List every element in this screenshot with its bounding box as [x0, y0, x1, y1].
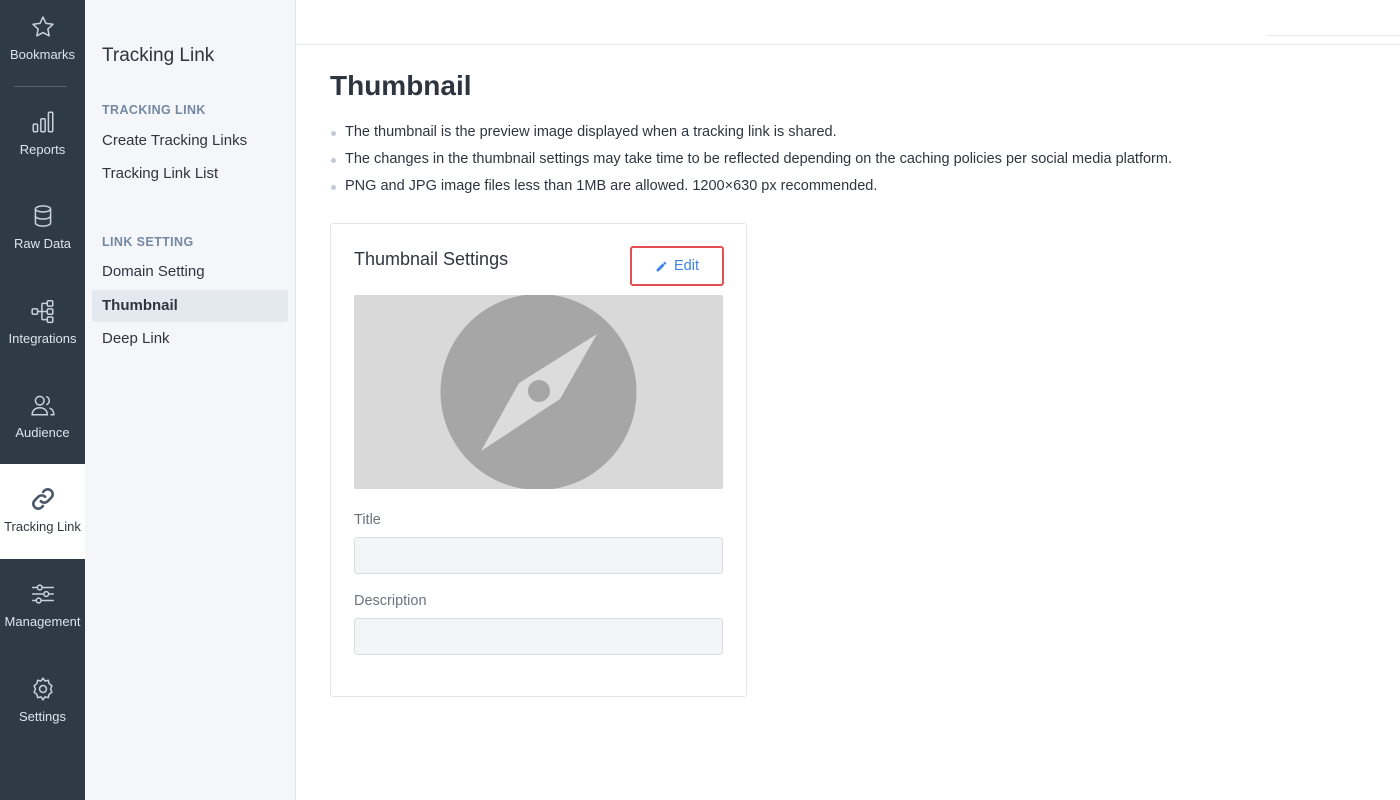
top-bar-divider	[1268, 35, 1400, 36]
sliders-icon	[31, 584, 54, 604]
edit-button[interactable]: Edit	[630, 246, 724, 286]
gear-icon	[32, 677, 53, 701]
sidebar-item-tracking-link-list[interactable]: Tracking Link List	[92, 158, 288, 190]
users-icon	[30, 395, 55, 416]
rail-item-integrations[interactable]: Integrations	[0, 284, 85, 378]
description-input[interactable]	[354, 618, 723, 655]
info-note: PNG and JPG image files less than 1MB ar…	[330, 173, 1172, 200]
info-note: The thumbnail is the preview image displ…	[330, 119, 1172, 146]
integrations-icon	[30, 299, 54, 324]
top-bar	[296, 0, 1400, 45]
sidebar-section-tracking-link: TRACKING LINK	[102, 103, 206, 117]
rail-item-raw-data[interactable]: Raw Data	[0, 189, 85, 283]
compass-icon	[440, 295, 637, 489]
info-note: The changes in the thumbnail settings ma…	[330, 146, 1172, 173]
link-icon	[31, 488, 54, 510]
rail-item-management[interactable]: Management	[0, 567, 85, 661]
rail-label-audience: Audience	[15, 425, 70, 440]
rail-label-bookmarks: Bookmarks	[9, 47, 76, 62]
rail-label-tracking-link: Tracking Link	[4, 519, 81, 534]
title-input[interactable]	[354, 537, 723, 574]
rail-item-audience[interactable]: Audience	[0, 378, 85, 472]
rail-item-bookmarks[interactable]: Bookmarks	[0, 0, 85, 94]
bar-chart-icon	[31, 111, 54, 133]
description-label: Description	[354, 593, 427, 609]
rail-item-settings[interactable]: Settings	[0, 662, 85, 756]
rail-label-settings: Settings	[19, 709, 66, 724]
rail-label-reports: Reports	[19, 142, 66, 157]
secondary-sidebar: Tracking Link TRACKING LINK Create Track…	[85, 0, 296, 800]
rail-item-reports[interactable]: Reports	[0, 95, 85, 189]
sidebar-section-link-setting: LINK SETTING	[102, 235, 194, 249]
sidebar-item-domain-setting[interactable]: Domain Setting	[92, 256, 288, 288]
rail-label-raw-data: Raw Data	[13, 236, 72, 251]
rail-label-management: Management	[4, 614, 81, 629]
icon-rail: Bookmarks Reports Raw Data Integrations …	[0, 0, 85, 800]
title-label: Title	[354, 512, 381, 528]
page-title: Thumbnail	[330, 70, 472, 101]
rail-item-tracking-link[interactable]: Tracking Link	[0, 464, 85, 559]
sidebar-item-thumbnail[interactable]: Thumbnail	[92, 290, 288, 322]
sidebar-item-deep-link[interactable]: Deep Link	[92, 323, 288, 355]
thumbnail-preview	[354, 295, 723, 489]
edit-button-label: Edit	[674, 258, 699, 274]
card-title: Thumbnail Settings	[354, 249, 509, 269]
thumbnail-settings-card: Thumbnail Settings Edit Title Descriptio…	[330, 223, 747, 697]
star-icon	[31, 16, 54, 37]
rail-label-integrations: Integrations	[8, 331, 77, 346]
sidebar-title: Tracking Link	[102, 45, 215, 66]
pencil-icon	[656, 261, 667, 271]
info-notes: The thumbnail is the preview image displ…	[330, 119, 1172, 200]
rail-divider	[14, 86, 67, 87]
database-icon	[34, 205, 51, 227]
sidebar-item-create-tracking-links[interactable]: Create Tracking Links	[92, 125, 288, 157]
